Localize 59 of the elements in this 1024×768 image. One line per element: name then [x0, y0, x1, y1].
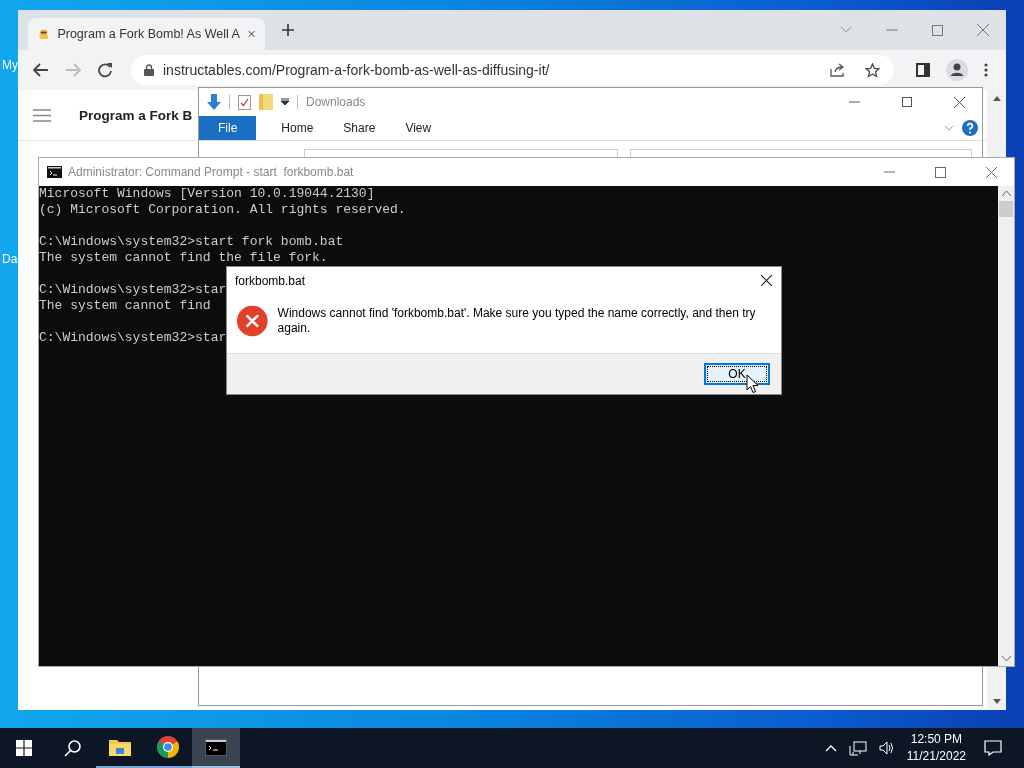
maximize-icon[interactable]: [902, 97, 912, 107]
properties-icon[interactable]: [238, 94, 251, 110]
page-heading: Program a Fork B: [79, 107, 193, 123]
star-icon[interactable]: [865, 62, 880, 78]
favicon-icon: [38, 27, 50, 41]
volume-icon[interactable]: [878, 741, 895, 755]
lock-icon: [144, 64, 154, 76]
console-line: C:\Windows\system32>start fork bomb.bat: [39, 234, 344, 250]
error-icon: [237, 305, 268, 337]
scroll-down-icon[interactable]: [1001, 656, 1011, 661]
error-message: Windows cannot find 'forkbomb.bat'. Make sure you typed the name correctly, and then try again.: [277, 305, 757, 336]
download-arrow-icon[interactable]: [207, 94, 221, 110]
console-line: The system cannot find the file fork.: [39, 250, 328, 266]
new-tab-icon[interactable]: [281, 23, 295, 37]
close-icon[interactable]: [954, 96, 965, 108]
ribbon-tab[interactable]: View: [390, 116, 447, 140]
console-line: (c) Microsoft Corporation. All rights reserved.: [39, 202, 406, 218]
share-icon[interactable]: [830, 63, 846, 77]
scrollbar[interactable]: [998, 186, 1014, 666]
console-line: The system cannot find: [39, 298, 211, 314]
console-icon: [205, 738, 227, 756]
dialog-title: forkbomb.bat: [235, 273, 306, 288]
ribbon-tab[interactable]: Home: [266, 116, 329, 140]
dropdown-icon[interactable]: [281, 98, 289, 106]
ribbon-tab[interactable]: Share: [328, 116, 391, 140]
scroll-up-icon[interactable]: [1001, 191, 1011, 196]
help-icon[interactable]: [962, 120, 978, 136]
window-title: Downloads: [306, 95, 366, 109]
browser-tab[interactable]: Program a Fork Bomb! As Well A: [28, 18, 265, 50]
close-icon[interactable]: [761, 275, 772, 286]
console-icon: [47, 166, 62, 178]
windows-start-icon[interactable]: [16, 740, 32, 756]
side-panel-icon[interactable]: [916, 63, 930, 77]
window-title: Administrator: Command Prompt - start forkbomb.bat: [68, 165, 354, 179]
folder-icon: [109, 738, 131, 756]
reload-icon[interactable]: [97, 62, 113, 78]
address-bar[interactable]: instructables.com/Program-a-fork-bomb-as-well-as-diffusing-it/: [131, 55, 894, 85]
scroll-thumb[interactable]: [999, 201, 1013, 217]
taskbar-app[interactable]: [192, 728, 240, 768]
ribbon-tab[interactable]: File: [199, 116, 257, 140]
network-icon[interactable]: [848, 740, 867, 756]
browser-logo-icon: [157, 736, 179, 758]
profile-icon[interactable]: [946, 59, 968, 81]
back-icon[interactable]: [33, 63, 49, 77]
clock-date[interactable]: 11/21/2022: [906, 748, 966, 765]
ok-button[interactable]: OK: [704, 363, 770, 385]
console-line: C:\Windows\system32>star: [39, 282, 227, 298]
menu-icon[interactable]: [984, 63, 988, 77]
notification-icon[interactable]: [984, 740, 1002, 756]
chevron-up-icon[interactable]: [824, 744, 837, 752]
console-line: C:\Windows\system32>star: [39, 330, 227, 346]
scroll-up-icon[interactable]: [992, 96, 1001, 101]
clock-time[interactable]: 12:50 PM: [910, 731, 963, 748]
console-line: Microsoft Windows [Version 10.0.19044.2130]: [39, 186, 375, 202]
chevron-icon[interactable]: [944, 125, 954, 131]
scroll-down-icon[interactable]: [992, 699, 1001, 704]
maximize-icon[interactable]: [932, 24, 943, 36]
search-icon[interactable]: [63, 739, 81, 757]
maximize-icon[interactable]: [935, 166, 946, 178]
